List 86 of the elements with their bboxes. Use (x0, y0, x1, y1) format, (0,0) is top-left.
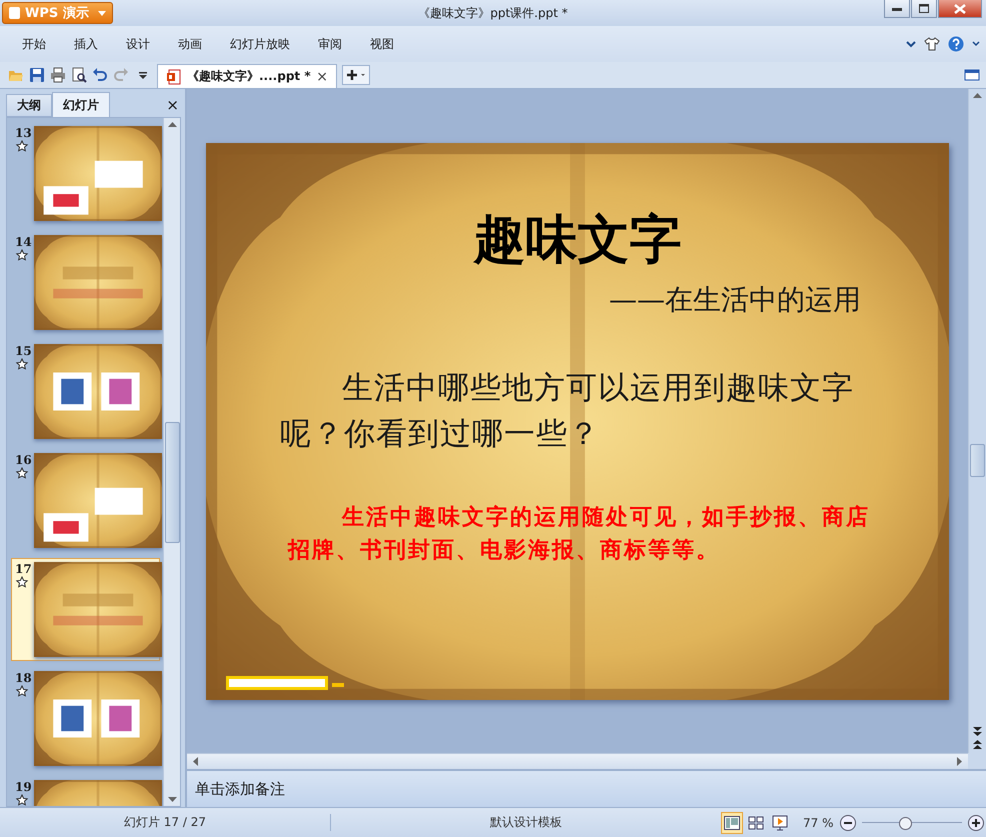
logo-icon (9, 7, 20, 19)
scroll-thumb[interactable] (970, 444, 985, 477)
slide-number: 15 (15, 344, 32, 358)
zoom-in-button[interactable] (968, 814, 984, 830)
slide-thumbnail[interactable]: 15 (11, 340, 160, 443)
menu-item[interactable]: 开始 (8, 32, 60, 56)
answer-text: 生活中趣味文字的运用随处可见，如手抄报、商店招牌、书刊封面、电影海报、商标等等。 (288, 502, 870, 564)
scroll-up-icon[interactable] (973, 93, 982, 98)
menu-item[interactable]: 设计 (112, 32, 164, 56)
minimize-icon (892, 6, 902, 10)
scrollbar[interactable] (968, 89, 986, 753)
maximize-button[interactable] (911, 0, 937, 18)
slide-title: 趣味文字 (472, 208, 682, 272)
slide-number: 17 (15, 562, 32, 576)
scrollbar[interactable] (163, 118, 180, 806)
previous-slide-icon[interactable] (973, 740, 982, 749)
undo-icon[interactable] (92, 67, 108, 83)
star-icon (15, 685, 29, 697)
slider-thumb[interactable] (898, 816, 912, 830)
view-button[interactable] (721, 812, 743, 834)
star-icon (15, 794, 29, 806)
window-title: 《趣味文字》ppt课件.ppt * (418, 4, 568, 22)
help-icon[interactable] (948, 36, 964, 52)
tab-label: 《趣味文字》....ppt * (187, 68, 311, 85)
slide-thumbnail[interactable]: 17 (11, 558, 160, 661)
slide-number: 14 (15, 235, 32, 249)
slide-thumbnail[interactable]: 13 (11, 122, 160, 225)
slide-counter: 幻灯片 17 / 27 (0, 814, 331, 831)
scroll-thumb[interactable] (164, 422, 180, 544)
scroll-down-icon[interactable] (168, 797, 176, 802)
document-tab[interactable]: 《趣味文字》....ppt * × (157, 64, 337, 88)
panel-tab[interactable]: 大纲 (6, 94, 52, 117)
template-name: 默认设计模板 (489, 814, 563, 831)
star-icon (15, 140, 29, 152)
save-icon[interactable] (29, 67, 45, 83)
close-icon (954, 4, 966, 14)
question-text: 生活中哪些地方可以运用到趣味文字呢？你看到过哪一些？ (280, 368, 855, 454)
slide-subtitle: ——在生活中的运用 (609, 282, 861, 318)
grid-view-icon (748, 816, 764, 830)
chevron-down-icon[interactable] (906, 40, 916, 48)
placeholder-marker (332, 682, 344, 686)
slide-thumbnail[interactable]: 14 (11, 231, 160, 334)
panel-tab[interactable]: 幻灯片 (52, 92, 110, 117)
dropdown-icon[interactable] (138, 70, 148, 80)
menu-item[interactable]: 视图 (356, 32, 408, 56)
scroll-up-icon[interactable] (168, 122, 176, 127)
horizontal-scrollbar[interactable] (187, 753, 968, 769)
zoom-out-button[interactable] (840, 814, 856, 830)
slide-number: 19 (15, 780, 32, 794)
star-icon (15, 249, 29, 261)
presentation-file-icon (166, 68, 182, 84)
caret-icon (98, 10, 106, 16)
notes-field[interactable]: 单击添加备注 (187, 769, 986, 807)
slide-thumbnail[interactable]: 19 (11, 776, 160, 806)
chevron-down-icon[interactable] (972, 41, 980, 47)
printer-icon[interactable] (50, 67, 66, 83)
slideshow-icon (772, 814, 788, 830)
star-icon (15, 358, 29, 370)
menu-item[interactable]: 插入 (60, 32, 112, 56)
close-panel-button[interactable]: × (166, 96, 179, 114)
close-button[interactable] (938, 0, 982, 18)
slide-thumbnail[interactable]: 18 (11, 667, 160, 770)
placeholder-box[interactable] (226, 676, 328, 690)
slide-number: 18 (15, 671, 32, 685)
plus-icon (972, 818, 980, 826)
star-icon (15, 467, 29, 479)
new-tab-button[interactable] (342, 65, 370, 85)
zoom-percent: 77 % (803, 816, 834, 830)
menu-item[interactable]: 幻灯片放映 (216, 32, 304, 56)
layout-icon[interactable] (964, 67, 980, 83)
slide-number: 13 (15, 126, 32, 140)
menu-item[interactable]: 审阅 (304, 32, 356, 56)
star-icon (15, 576, 29, 588)
maximize-icon (919, 4, 929, 13)
plus-icon (347, 69, 365, 81)
menu-item[interactable]: 动画 (164, 32, 216, 56)
next-slide-icon[interactable] (973, 727, 982, 736)
scroll-left-icon[interactable] (193, 757, 198, 766)
normal-view-icon (724, 816, 740, 830)
close-tab-button[interactable]: × (316, 68, 328, 84)
slide-thumbnail[interactable]: 16 (11, 449, 160, 552)
slide-number: 16 (15, 453, 32, 467)
shirt-icon[interactable] (924, 36, 940, 52)
minimize-button[interactable] (884, 0, 910, 18)
print-preview-icon[interactable] (71, 67, 87, 83)
scroll-right-icon[interactable] (957, 757, 962, 766)
